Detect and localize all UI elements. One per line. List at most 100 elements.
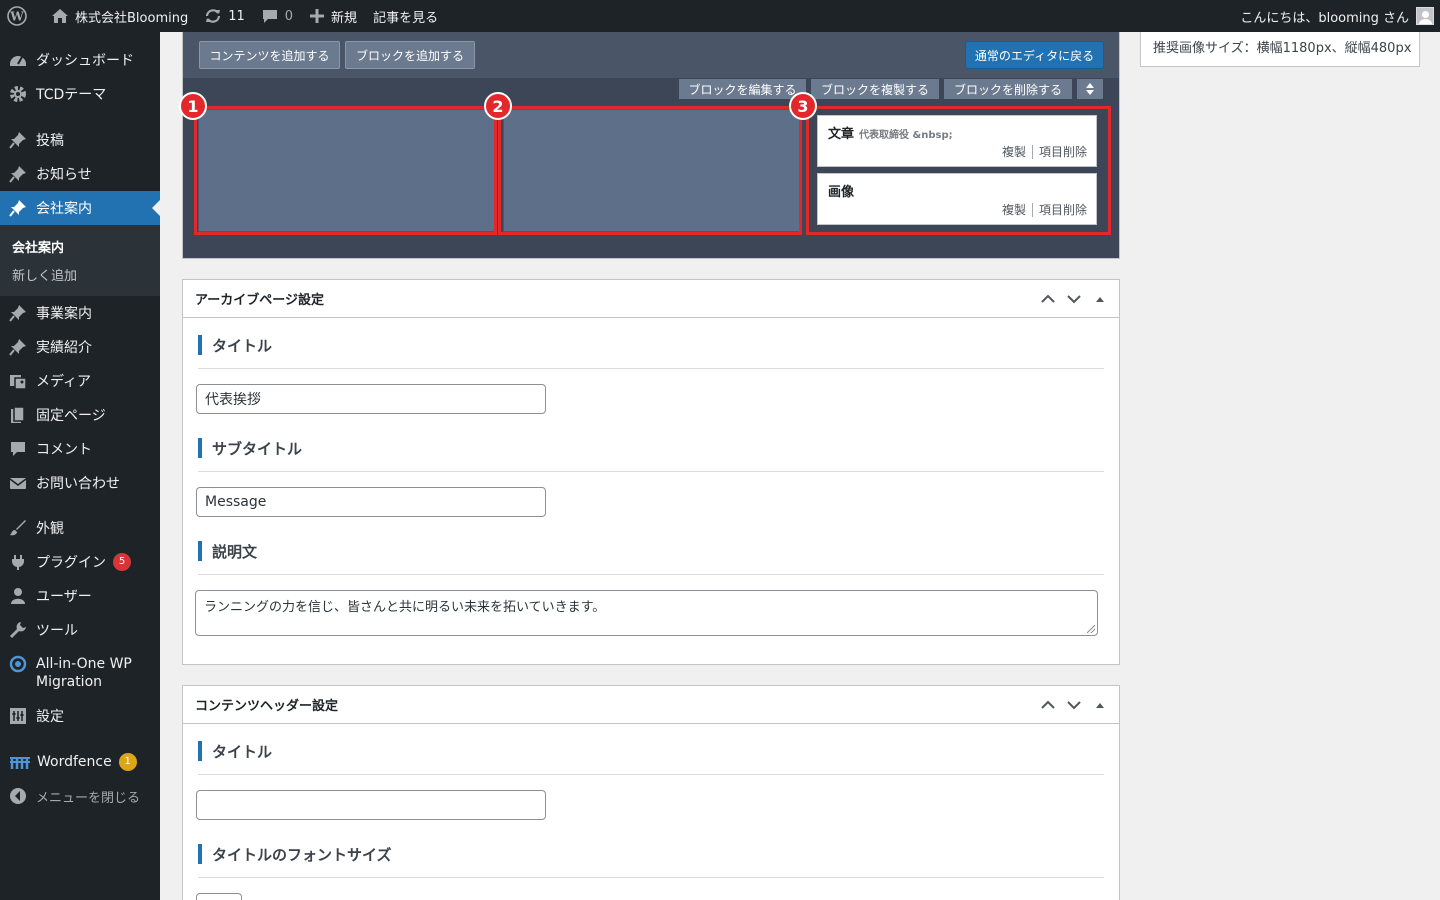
admin-bar: W 株式会社Blooming 11 0 新規 記事を見る こんにちは、bloom… [0,0,1440,32]
sidebar-item-company[interactable]: 会社案内 [0,191,160,225]
duplicate-block-button[interactable]: ブロックを複製する [811,79,939,99]
comments-link[interactable]: 0 [253,0,301,32]
user-icon [9,587,27,605]
add-block-button[interactable]: ブロックを追加する [345,41,475,69]
avatar [1416,7,1434,25]
collapse-menu-button[interactable]: メニューを閉じる [0,779,160,813]
column-highlight-1 [194,106,497,235]
item-delete-link[interactable]: 項目削除 [1039,201,1087,218]
content-header-settings-header[interactable]: コンテンツヘッダー設定 [183,686,1119,724]
item-duplicate-link[interactable]: 複製 [1002,143,1026,160]
add-content-button[interactable]: コンテンツを追加する [199,41,340,69]
comments-count: 0 [284,8,294,24]
site-name-link[interactable]: 株式会社Blooming [43,0,196,32]
sidebar-item-label: TCDテーマ [36,87,107,103]
item-title-text: 画像 [828,185,855,200]
archive-subtitle-input[interactable]: Message [196,487,546,517]
migration-label-group: All-in-One WP Migration [36,655,132,691]
updates-link[interactable]: 11 [196,0,253,32]
sidebar-item-contact[interactable]: お問い合わせ [0,466,160,500]
svg-text:W: W [9,10,24,24]
sidebar-item-users[interactable]: ユーザー [0,579,160,613]
view-post-label: 記事を見る [373,10,439,26]
sidebar-item-wordfence[interactable]: Wordfence 1 [0,745,160,779]
sidebar-item-tcd-theme[interactable]: TCDテーマ [0,77,160,111]
item-delete-link[interactable]: 項目削除 [1039,143,1087,160]
item-duplicate-link[interactable]: 複製 [1002,201,1026,218]
block-sort-button[interactable] [1077,79,1103,99]
sidebar-item-label: ツール [36,623,78,639]
sidebar-item-tools[interactable]: ツール [0,613,160,647]
toggle-panel-icon[interactable] [1087,695,1113,715]
sidebar-item-label: プラグイン [36,555,106,571]
resize-grip-icon[interactable] [1087,625,1095,633]
sidebar-item-label: ユーザー [36,589,92,605]
block-item-text[interactable]: 文章 代表取締役 &nbsp; 複製 項目削除 [817,115,1097,167]
archive-settings-title: アーカイブページ設定 [195,293,324,308]
pin-icon [9,304,27,322]
edit-block-button[interactable]: ブロックを編集する [679,79,806,99]
admin-sidebar: ダッシュボード TCDテーマ 投稿 お知らせ 会社案内 会社案内 新しく追加 事… [0,32,160,900]
pin-icon [9,338,27,356]
wordpress-logo-icon[interactable]: W [0,0,43,32]
comment-bubble-icon [262,10,277,23]
move-down-icon[interactable] [1061,695,1087,715]
sidebar-item-all-in-one-wp-migration[interactable]: All-in-One WP Migration [0,647,160,699]
new-content-link[interactable]: 新規 [301,0,365,32]
gear-icon [9,85,27,103]
move-up-icon[interactable] [1035,695,1061,715]
header-font-size-input[interactable] [196,893,242,900]
sidebar-item-label: 固定ページ [36,408,106,424]
content-header-settings-title: コンテンツヘッダー設定 [195,699,339,714]
account-menu[interactable]: こんにちは、blooming さん [1232,0,1440,32]
mail-icon [9,474,27,492]
sidebar-item-label: お問い合わせ [36,476,120,492]
home-icon [52,9,68,23]
greeting-text: こんにちは、blooming さん [1240,10,1409,26]
recommended-image-size-text: 推奨画像サイズ：横幅1180px、縦幅480px [1153,41,1412,56]
archive-title-input[interactable]: 代表挨拶 [196,384,546,414]
submenu-item-add-new[interactable]: 新しく追加 [0,260,160,288]
header-title-input[interactable] [196,790,546,820]
sidebar-item-media[interactable]: メディア [0,364,160,398]
divider [198,368,1104,369]
sidebar-item-settings[interactable]: 設定 [0,699,160,733]
sidebar-item-label: 外観 [36,521,64,537]
move-down-icon[interactable] [1061,289,1087,309]
sidebar-item-comments[interactable]: コメント [0,432,160,466]
sidebar-item-posts[interactable]: 投稿 [0,123,160,157]
page-icon [9,406,27,424]
block-item-image[interactable]: 画像 複製 項目削除 [817,173,1097,225]
sidebar-item-dashboard[interactable]: ダッシュボード [0,43,160,77]
sidebar-item-label: メディア [36,374,92,390]
back-to-editor-button[interactable]: 通常のエディタに戻る [965,41,1104,69]
move-up-icon[interactable] [1035,289,1061,309]
sidebar-item-label: 投稿 [36,133,64,149]
pin-icon [9,199,27,217]
media-icon [9,372,27,390]
column-number-badge-1: 1 [179,92,207,120]
submenu-item-company[interactable]: 会社案内 [0,232,160,260]
archive-description-text: ランニングの力を信じ、皆さんと共に明るい未来を拓いていきます。 [204,600,606,615]
archive-description-textarea[interactable]: ランニングの力を信じ、皆さんと共に明るい未来を拓いていきます。 [195,590,1098,636]
sidebar-item-appearance[interactable]: 外観 [0,511,160,545]
wrench-icon [9,621,27,639]
sidebar-item-pages[interactable]: 固定ページ [0,398,160,432]
column-highlight-2 [498,106,802,235]
sidebar-item-label: ダッシュボード [36,53,134,69]
refresh-icon [206,9,221,23]
view-post-link[interactable]: 記事を見る [365,0,446,32]
sidebar-item-plugins[interactable]: プラグイン 5 [0,545,160,579]
sidebar-item-news[interactable]: お知らせ [0,157,160,191]
toggle-panel-icon[interactable] [1087,289,1113,309]
sidebar-item-label: 設定 [36,709,64,725]
archive-title-label: タイトル [198,335,272,355]
delete-block-button[interactable]: ブロックを削除する [944,79,1072,99]
archive-settings-header[interactable]: アーカイブページ設定 [183,280,1119,318]
item-actions: 複製 項目削除 [1002,143,1087,160]
pin-icon [9,131,27,149]
sidebar-item-business[interactable]: 事業案内 [0,296,160,330]
dashboard-icon [9,51,27,69]
plugins-update-badge: 5 [113,553,131,571]
sidebar-item-works[interactable]: 実績紹介 [0,330,160,364]
